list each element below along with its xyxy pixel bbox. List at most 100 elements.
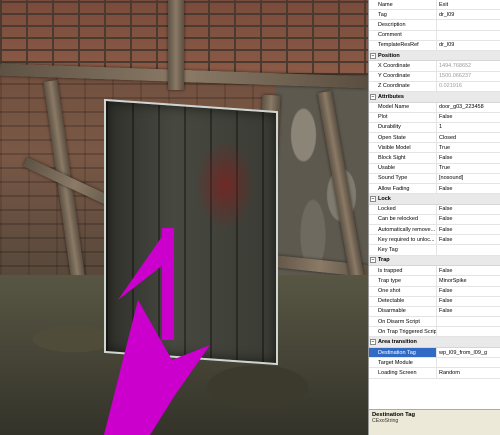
property-value-field[interactable]: wp_l09_from_l09_g: [437, 348, 500, 357]
property-value-field[interactable]: [437, 358, 500, 367]
property-value-field[interactable]: MinorSpike: [437, 276, 500, 285]
property-row-usable[interactable]: Usable True: [369, 163, 500, 174]
property-label: One shot: [369, 286, 437, 296]
property-value-field[interactable]: True: [437, 164, 500, 173]
property-row-one-shot[interactable]: One shot False: [369, 286, 500, 297]
property-row-comment[interactable]: Comment: [369, 30, 500, 41]
property-row-is-trapped[interactable]: Is trapped False: [369, 266, 500, 277]
property-value-field[interactable]: False: [437, 215, 500, 224]
collapse-toggle-icon[interactable]: −: [370, 195, 376, 202]
property-row-disarmable[interactable]: Disarmable False: [369, 306, 500, 318]
collapse-toggle-icon[interactable]: −: [370, 52, 376, 59]
property-label: Target Module: [369, 358, 437, 368]
property-value-field[interactable]: False: [437, 287, 500, 296]
category-header-position[interactable]: − Position: [369, 50, 500, 62]
property-row-x-coordinate[interactable]: X Coordinate 1494.768652: [369, 61, 500, 72]
property-value-field[interactable]: 1: [437, 123, 500, 132]
property-label: Trap type: [369, 276, 437, 286]
property-row-locked[interactable]: Locked False: [369, 204, 500, 215]
property-label: Tag: [369, 10, 437, 20]
property-row-templateresref[interactable]: TemplateResRef dr_l09: [369, 40, 500, 51]
property-row-allow-fading[interactable]: Allow Fading False: [369, 184, 500, 195]
property-value-field[interactable]: False: [437, 153, 500, 162]
description-pane: Destination Tag CExoString: [369, 409, 500, 435]
property-value-field[interactable]: False: [437, 113, 500, 122]
property-label: Destination Tag: [369, 347, 437, 358]
property-row-name[interactable]: Name Exit: [369, 0, 500, 11]
property-value-field[interactable]: False: [437, 225, 500, 234]
property-value-field[interactable]: [437, 20, 500, 29]
property-label: Y Coordinate: [369, 71, 437, 81]
property-value-field[interactable]: False: [437, 307, 500, 316]
category-header-lock[interactable]: − Lock: [369, 194, 500, 205]
collapse-toggle-icon[interactable]: −: [370, 257, 376, 264]
scene-viewport[interactable]: [0, 0, 368, 435]
property-value-field[interactable]: Closed: [437, 133, 500, 142]
property-label: Locked: [369, 204, 437, 214]
property-label: Model Name: [369, 102, 437, 112]
property-value-field[interactable]: Exit: [437, 0, 500, 9]
category-header-trap[interactable]: − Trap: [369, 255, 500, 267]
property-categories: − Position X Coordinate 1494.768652 Y Coordi…: [369, 50, 500, 379]
property-row-on-trap-triggered-script[interactable]: On Trap Triggered Script: [369, 327, 500, 338]
property-label: Sound Type: [369, 173, 437, 183]
property-value-field[interactable]: True: [437, 143, 500, 152]
property-row-automatically-remove[interactable]: Automatically remove... False: [369, 225, 500, 236]
property-row-key-tag[interactable]: Key Tag: [369, 245, 500, 256]
property-value-field[interactable]: [437, 245, 500, 254]
transition-arrow-icon: [104, 300, 210, 435]
property-row-loading-screen[interactable]: Loading Screen Random: [369, 368, 500, 379]
property-row-visible-model[interactable]: Visible Model True: [369, 143, 500, 154]
property-row-key-required-to-unloc[interactable]: Key required to unloc... False: [369, 235, 500, 246]
property-value-field[interactable]: False: [437, 297, 500, 306]
category-title: Lock: [378, 195, 391, 202]
property-value-field[interactable]: False: [437, 205, 500, 214]
collapse-toggle-icon[interactable]: −: [370, 93, 376, 100]
property-value-field[interactable]: [437, 327, 500, 336]
property-value-field[interactable]: False: [437, 235, 500, 244]
property-row-on-disarm-script[interactable]: On Disarm Script: [369, 317, 500, 328]
property-value-field[interactable]: dr_l09: [437, 10, 500, 19]
property-value-field[interactable]: [437, 31, 500, 40]
property-row-detectable[interactable]: Detectable False: [369, 296, 500, 307]
collapse-toggle-icon[interactable]: −: [370, 339, 376, 346]
property-label: Allow Fading: [369, 184, 437, 194]
property-row-tag[interactable]: Tag dr_l09: [369, 10, 500, 21]
category-header-area-transition[interactable]: − Area transition: [369, 337, 500, 348]
property-label: On Trap Triggered Script: [369, 327, 437, 337]
property-row-target-module[interactable]: Target Module: [369, 358, 500, 369]
category-header-attributes[interactable]: − Attributes: [369, 92, 500, 103]
property-value-field[interactable]: door_g03_223458: [437, 103, 500, 112]
property-row-trap-type[interactable]: Trap type MinorSpike: [369, 276, 500, 287]
property-label: Usable: [369, 163, 437, 173]
property-row-destination-tag[interactable]: Destination Tag wp_l09_from_l09_g: [369, 347, 500, 359]
property-label: Z Coordinate: [369, 81, 437, 91]
property-row-plot[interactable]: Plot False: [369, 112, 500, 123]
property-inspector[interactable]: Name Exit Tag dr_l09 Description Comment Templ…: [368, 0, 500, 435]
property-label: On Disarm Script: [369, 317, 437, 327]
property-row-sound-type[interactable]: Sound Type [nosound]: [369, 173, 500, 184]
general-properties: Name Exit Tag dr_l09 Description Comment Templ…: [369, 0, 500, 51]
property-label: Detectable: [369, 296, 437, 306]
property-value-field[interactable]: [437, 317, 500, 326]
property-value-field[interactable]: [nosound]: [437, 174, 500, 183]
property-row-model-name[interactable]: Model Name door_g03_223458: [369, 102, 500, 113]
waypoint-arrows: [104, 228, 210, 435]
property-value-field[interactable]: dr_l09: [437, 41, 500, 50]
property-value-field[interactable]: 1494.768652: [437, 61, 500, 70]
property-row-z-coordinate[interactable]: Z Coordinate 0.021916: [369, 81, 500, 92]
property-label: Block Sight: [369, 153, 437, 163]
property-value-field[interactable]: 0.021916: [437, 82, 500, 91]
property-value-field[interactable]: False: [437, 266, 500, 275]
category-title: Attributes: [378, 93, 404, 100]
property-row-block-sight[interactable]: Block Sight False: [369, 153, 500, 164]
property-label: Is trapped: [369, 266, 437, 276]
property-value-field[interactable]: False: [437, 184, 500, 193]
property-row-durability[interactable]: Durability 1: [369, 122, 500, 134]
property-row-y-coordinate[interactable]: Y Coordinate 1500.066237: [369, 71, 500, 82]
property-value-field[interactable]: 1500.066237: [437, 72, 500, 81]
property-row-open-state[interactable]: Open State Closed: [369, 133, 500, 144]
property-row-can-be-relocked[interactable]: Can be relocked False: [369, 214, 500, 226]
property-value-field[interactable]: Random: [437, 368, 500, 377]
property-row-description[interactable]: Description: [369, 20, 500, 31]
